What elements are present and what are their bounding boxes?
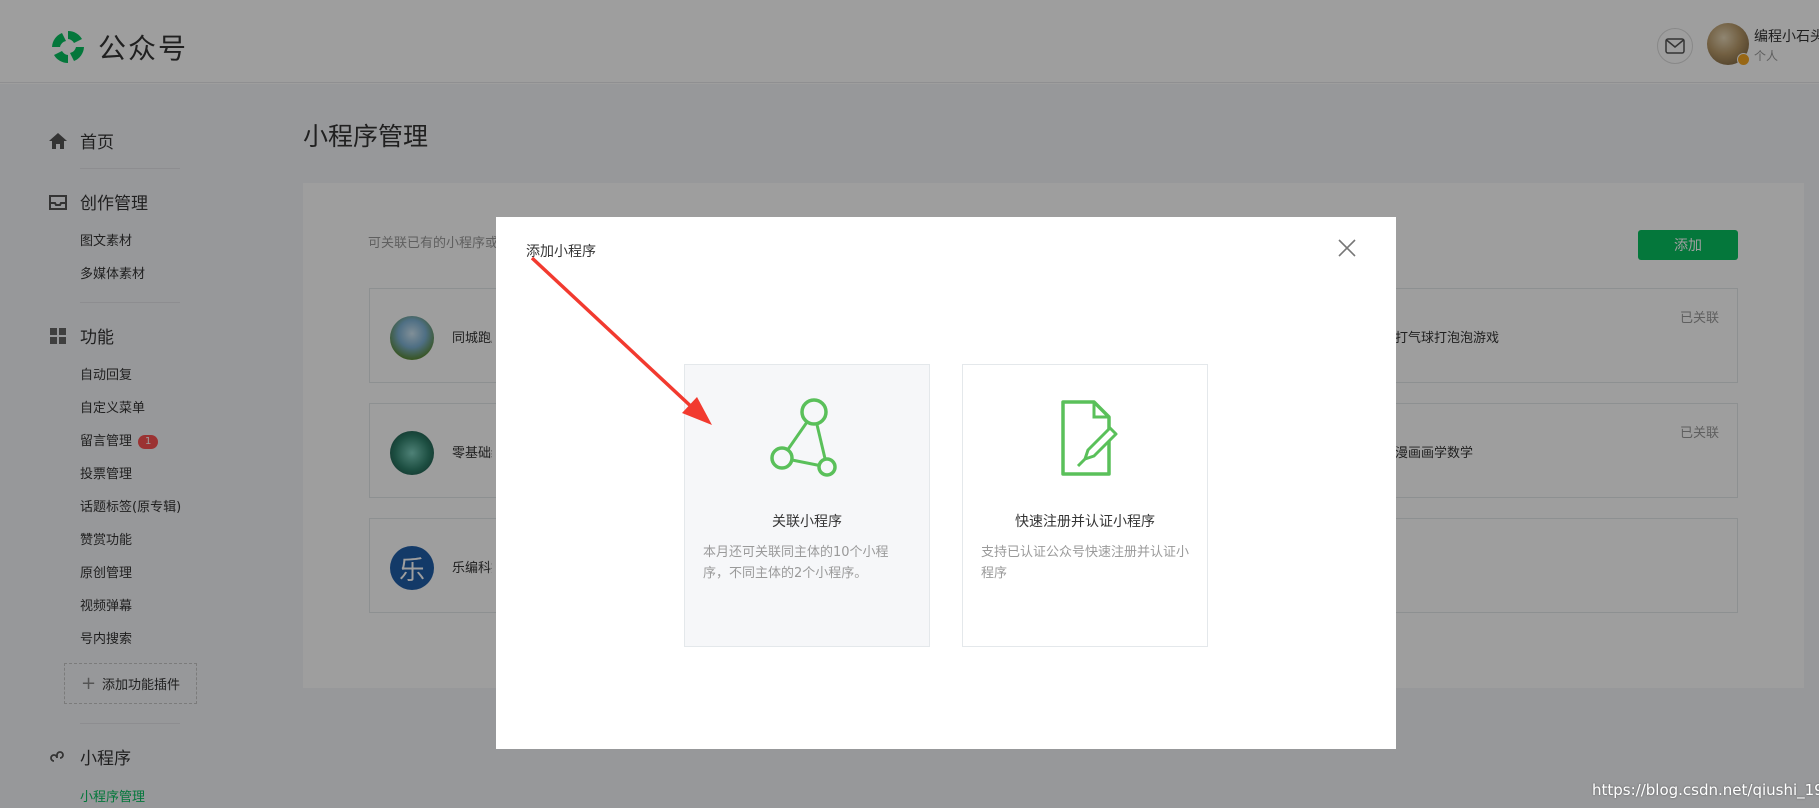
document-edit-icon: [1040, 392, 1130, 482]
close-icon: [1337, 238, 1357, 258]
link-miniprogram-option[interactable]: 关联小程序 本月还可关联同主体的10个小程序，不同主体的2个小程序。: [684, 364, 930, 647]
option-title: 关联小程序: [685, 511, 929, 531]
add-miniprogram-dialog: 添加小程序 关联小程序 本月还可关联同主体的10个小程序，不同主体的2个小程序。…: [496, 217, 1396, 749]
register-miniprogram-option[interactable]: 快速注册并认证小程序 支持已认证公众号快速注册并认证小程序: [962, 364, 1208, 647]
option-desc: 本月还可关联同主体的10个小程序，不同主体的2个小程序。: [703, 542, 911, 584]
link-nodes-icon: [762, 392, 852, 482]
option-desc: 支持已认证公众号快速注册并认证小程序: [981, 542, 1189, 584]
option-title: 快速注册并认证小程序: [963, 511, 1207, 531]
close-button[interactable]: [1334, 235, 1360, 261]
watermark: https://blog.csdn.net/qiushi_1990: [1592, 781, 1819, 799]
dialog-title: 添加小程序: [526, 241, 596, 261]
